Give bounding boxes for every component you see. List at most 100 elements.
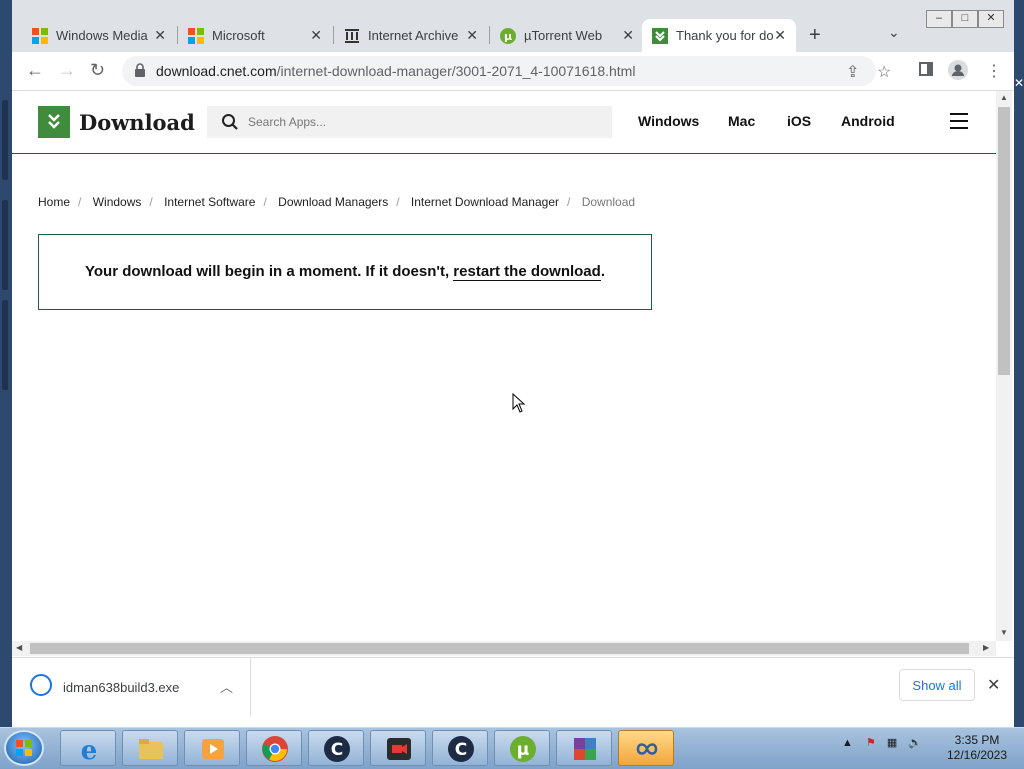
share-icon[interactable]: ⇪ bbox=[846, 62, 859, 82]
nav-windows[interactable]: Windows bbox=[638, 113, 699, 129]
tray-expand-icon[interactable]: ▲ bbox=[842, 737, 853, 749]
taskbar-ccleaner-2[interactable]: C bbox=[432, 730, 488, 766]
flag-alert-icon[interactable]: ⚑ bbox=[866, 737, 876, 749]
infinity-app-icon bbox=[636, 743, 658, 755]
nav-mac[interactable]: Mac bbox=[728, 113, 755, 129]
start-button[interactable] bbox=[4, 730, 44, 766]
taskbar-file-explorer[interactable] bbox=[122, 730, 178, 766]
breadcrumb-separator: / bbox=[149, 195, 153, 209]
window-controls: – □ ✕ bbox=[926, 10, 1004, 28]
reload-icon[interactable]: ↻ bbox=[90, 60, 105, 81]
breadcrumb-windows[interactable]: Windows bbox=[93, 195, 142, 209]
scroll-left-icon[interactable]: ◀ bbox=[16, 643, 22, 652]
windows-logo-icon bbox=[16, 740, 32, 756]
download-shelf: idman638build3.exe ︿ Show all ✕ bbox=[12, 657, 1014, 716]
scroll-down-icon[interactable]: ▼ bbox=[1000, 628, 1008, 637]
taskbar: e C C µ ▲ ⚑ ▦ 🔈 3:35 PM 12/16/2023 bbox=[0, 727, 1024, 769]
breadcrumb-internet-software[interactable]: Internet Software bbox=[164, 195, 255, 209]
microsoft-logo-icon bbox=[188, 27, 204, 44]
chevron-down-icon[interactable]: ⌄ bbox=[888, 24, 900, 41]
taskbar-winrar[interactable] bbox=[556, 730, 612, 766]
nav-android[interactable]: Android bbox=[841, 113, 895, 129]
side-panel-icon[interactable] bbox=[919, 62, 933, 76]
scroll-right-icon[interactable]: ▶ bbox=[983, 643, 989, 652]
folder-icon bbox=[139, 739, 163, 759]
bookmark-star-icon[interactable]: ☆ bbox=[877, 62, 891, 82]
svg-text:µ: µ bbox=[504, 30, 512, 43]
download-logo-icon[interactable] bbox=[38, 106, 70, 138]
breadcrumb-current: Download bbox=[581, 195, 636, 209]
tab-utorrent-web[interactable]: µ µTorrent Web ✕ bbox=[490, 19, 644, 52]
breadcrumb-separator: / bbox=[263, 195, 267, 209]
site-logo-text[interactable]: Download bbox=[79, 110, 195, 135]
tab-internet-archive[interactable]: Internet Archive ✕ bbox=[334, 19, 488, 52]
network-icon[interactable]: ▦ bbox=[887, 737, 897, 749]
microsoft-logo-icon bbox=[32, 27, 48, 44]
taskbar-utorrent[interactable]: µ bbox=[494, 730, 550, 766]
clock-time: 3:35 PM bbox=[954, 733, 1000, 747]
address-bar[interactable]: download.cnet.com/internet-download-mana… bbox=[122, 56, 876, 86]
forward-icon[interactable]: → bbox=[58, 60, 76, 81]
system-clock[interactable]: 3:35 PM 12/16/2023 bbox=[944, 733, 1010, 763]
tab-strip: – □ ✕ Windows Media ✕ Microsoft ✕ Intern… bbox=[12, 0, 1014, 52]
breadcrumb-home[interactable]: Home bbox=[38, 195, 70, 209]
breadcrumb-download-managers[interactable]: Download Managers bbox=[278, 195, 388, 209]
tab-close-icon[interactable]: ✕ bbox=[154, 27, 166, 44]
ccleaner-icon: C bbox=[324, 736, 350, 762]
taskbar-ccleaner[interactable]: C bbox=[308, 730, 364, 766]
tab-title: Thank you for do bbox=[676, 28, 774, 43]
vertical-scrollbar[interactable]: ▲ ▼ bbox=[996, 91, 1012, 641]
system-tray: ▲ ⚑ ▦ 🔈 bbox=[842, 736, 922, 749]
clock-date: 12/16/2023 bbox=[946, 748, 1008, 762]
close-download-shelf-icon[interactable]: ✕ bbox=[987, 675, 1000, 695]
breadcrumb: Home / Windows / Internet Software / Downlo… bbox=[38, 195, 635, 209]
download-item[interactable]: idman638build3.exe ︿ bbox=[12, 658, 251, 716]
taskbar-chrome[interactable] bbox=[246, 730, 302, 766]
tab-close-icon[interactable]: ✕ bbox=[466, 27, 478, 44]
svg-text:µ: µ bbox=[517, 740, 530, 760]
scrollbar-thumb[interactable] bbox=[30, 643, 969, 654]
show-all-button[interactable]: Show all bbox=[899, 669, 975, 701]
tab-close-icon[interactable]: ✕ bbox=[774, 27, 786, 44]
horizontal-scrollbar[interactable]: ◀ ▶ bbox=[12, 641, 996, 656]
archive-icon bbox=[345, 28, 359, 43]
nav-ios[interactable]: iOS bbox=[787, 113, 811, 129]
taskbar-internet-explorer[interactable]: e bbox=[60, 730, 116, 766]
new-tab-icon[interactable]: + bbox=[809, 24, 821, 47]
tab-windows-media[interactable]: Windows Media ✕ bbox=[22, 19, 176, 52]
scrollbar-thumb[interactable] bbox=[998, 107, 1010, 375]
tab-title: Internet Archive bbox=[368, 28, 459, 43]
taskbar-media-player[interactable] bbox=[184, 730, 240, 766]
tab-thank-you[interactable]: Thank you for do ✕ bbox=[642, 19, 796, 52]
back-icon[interactable]: ← bbox=[26, 60, 44, 81]
volume-muted-icon[interactable]: 🔈 bbox=[908, 737, 922, 749]
chevron-up-icon[interactable]: ︿ bbox=[220, 677, 233, 696]
search-icon bbox=[222, 114, 238, 130]
breadcrumb-internet-download-manager[interactable]: Internet Download Manager bbox=[411, 195, 559, 209]
menu-kebab-icon[interactable]: ⋮ bbox=[986, 61, 1002, 81]
profile-avatar-icon[interactable] bbox=[948, 60, 968, 80]
svg-text:e: e bbox=[81, 736, 98, 763]
desktop-edge-right: ✕ bbox=[1014, 0, 1024, 727]
web-page: Download Search Apps... Windows Mac iOS … bbox=[12, 91, 996, 641]
svg-text:C: C bbox=[455, 740, 467, 760]
hamburger-menu-icon[interactable] bbox=[950, 113, 968, 134]
url-domain: download.cnet.com bbox=[156, 63, 277, 79]
tab-microsoft[interactable]: Microsoft ✕ bbox=[178, 19, 332, 52]
breadcrumb-separator: / bbox=[567, 195, 571, 209]
scroll-up-icon[interactable]: ▲ bbox=[1000, 93, 1008, 102]
download-progress-icon bbox=[30, 674, 52, 696]
taskbar-browser-active[interactable] bbox=[618, 730, 674, 766]
browser-toolbar: ← → ↻ download.cnet.com/internet-downloa… bbox=[12, 52, 1014, 91]
restart-download-link[interactable]: restart the download bbox=[453, 263, 601, 281]
close-icon[interactable]: ✕ bbox=[1014, 76, 1024, 90]
tab-close-icon[interactable]: ✕ bbox=[310, 27, 322, 44]
window-close-button[interactable]: ✕ bbox=[978, 10, 1004, 28]
minimize-button[interactable]: – bbox=[926, 10, 952, 28]
notice-text: Your download will begin in a moment. If… bbox=[85, 263, 454, 280]
maximize-button[interactable]: □ bbox=[952, 10, 978, 28]
tab-close-icon[interactable]: ✕ bbox=[622, 27, 634, 44]
search-input[interactable]: Search Apps... bbox=[207, 106, 612, 138]
mouse-cursor-icon bbox=[512, 393, 526, 413]
taskbar-screen-recorder[interactable] bbox=[370, 730, 426, 766]
